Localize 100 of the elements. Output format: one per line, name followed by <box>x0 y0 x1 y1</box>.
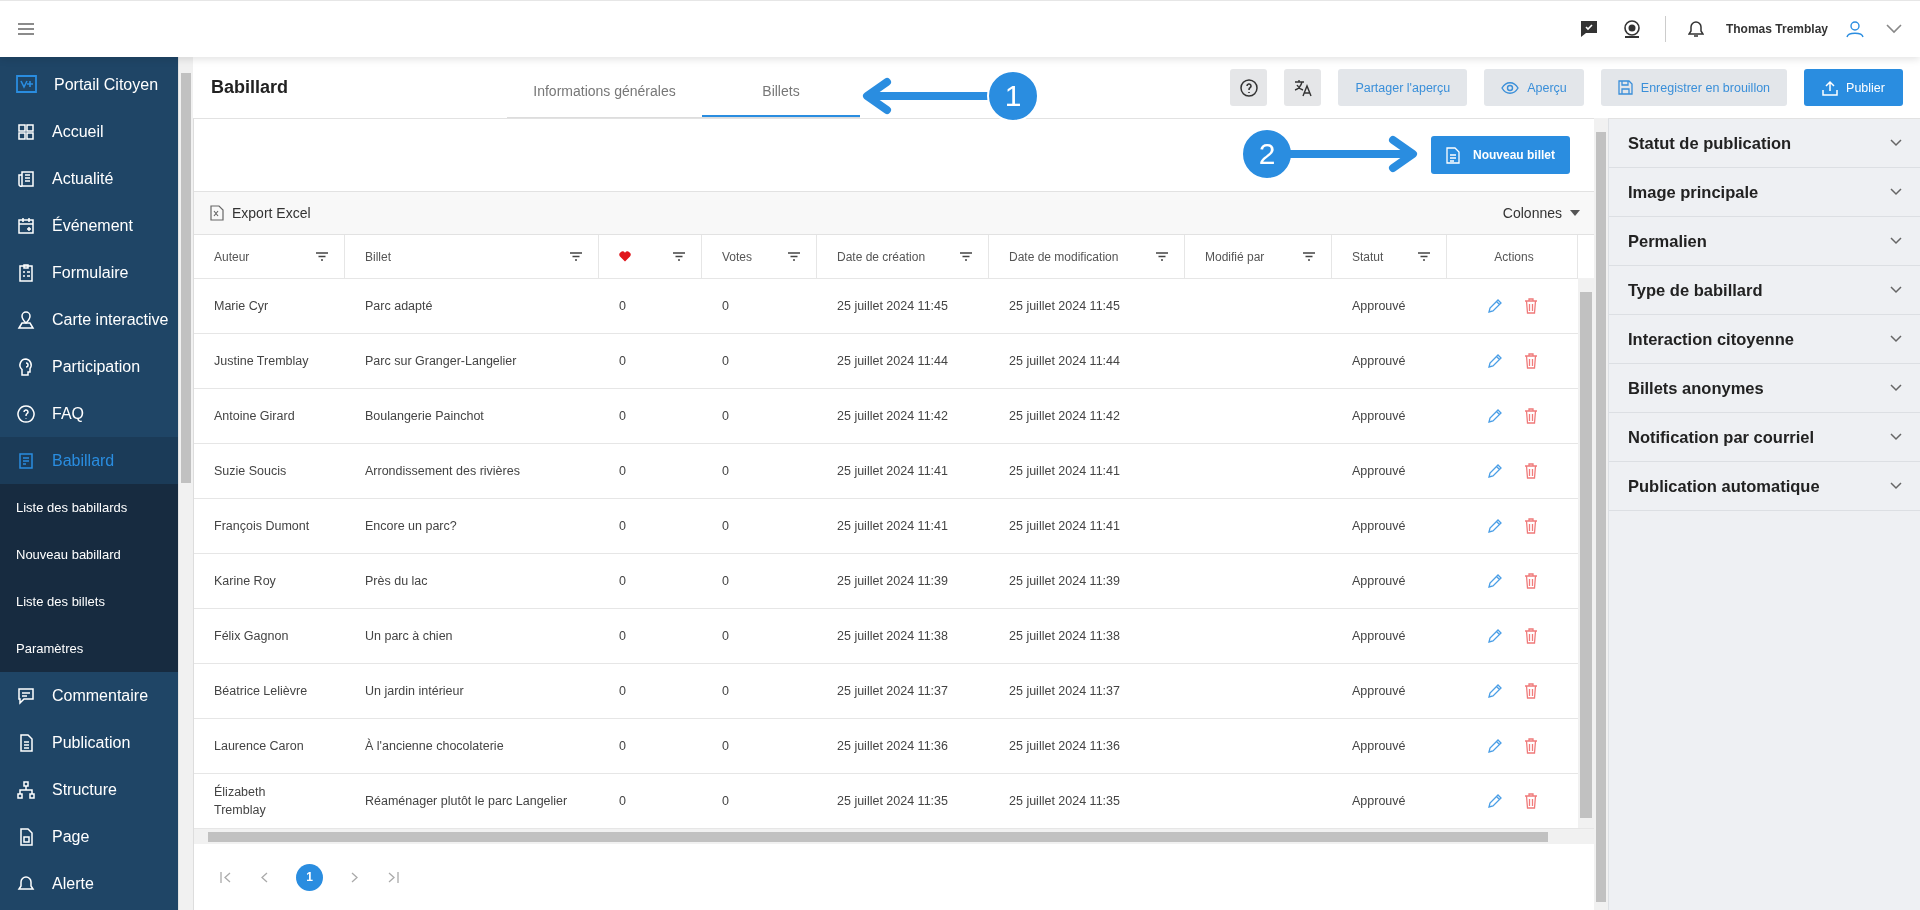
bell-icon[interactable] <box>1687 20 1704 38</box>
sidebar-item[interactable]: Commentaire <box>0 672 178 719</box>
table-cell-text: 25 juillet 2024 11:42 <box>1008 407 1121 425</box>
scrollbar[interactable] <box>1594 118 1608 910</box>
edit-icon[interactable] <box>1487 408 1502 424</box>
chat-icon[interactable] <box>1578 19 1599 39</box>
help-icon <box>16 403 36 424</box>
tab[interactable]: Billets <box>702 67 860 117</box>
new-ticket-button[interactable]: Nouveau billet <box>1431 136 1570 174</box>
filter-icon[interactable] <box>1418 252 1430 261</box>
delete-icon[interactable] <box>1524 793 1538 809</box>
column-header[interactable]: Billet <box>345 235 599 278</box>
accordion-section[interactable]: Image principale <box>1609 168 1920 217</box>
filter-icon[interactable] <box>570 252 582 261</box>
column-header[interactable]: Actions <box>1447 235 1578 278</box>
filter-icon[interactable] <box>1156 252 1168 261</box>
accordion-section[interactable]: Statut de publication <box>1609 119 1920 168</box>
edit-icon[interactable] <box>1487 793 1502 809</box>
accordion-section[interactable]: Permalien <box>1609 217 1920 266</box>
sidebar-item[interactable]: FAQ <box>0 390 178 437</box>
chevron-down-icon <box>1890 286 1902 294</box>
chevron-down-icon <box>1890 482 1902 490</box>
table-cell-text: 0 <box>618 627 627 645</box>
sidebar-item[interactable]: Structure <box>0 766 178 813</box>
edit-icon[interactable] <box>1487 628 1502 644</box>
menu-icon[interactable] <box>18 23 34 35</box>
column-header[interactable]: Modifié par <box>1185 235 1332 278</box>
scrollbar[interactable] <box>1578 278 1594 828</box>
document-icon <box>1446 146 1460 164</box>
sidebar-item[interactable]: Portail Citoyen <box>0 61 178 108</box>
translate-button[interactable] <box>1284 69 1322 106</box>
previous-page-icon[interactable] <box>260 871 268 883</box>
page-title: Babillard <box>211 77 290 98</box>
upload-icon <box>1822 79 1839 96</box>
sidebar-label: Événement <box>52 216 133 235</box>
submenu-item[interactable]: Nouveau babillard <box>0 531 178 578</box>
sidebar-item[interactable]: Actualité <box>0 155 178 202</box>
edit-icon[interactable] <box>1487 573 1502 589</box>
first-page-icon[interactable] <box>220 871 232 883</box>
help-button[interactable] <box>1230 69 1268 106</box>
accordion-section[interactable]: Notification par courriel <box>1609 413 1920 462</box>
table-cell-text: 0 <box>618 737 627 755</box>
table-cell-text: 0 <box>618 352 627 370</box>
table-cell-text: 0 <box>618 572 627 590</box>
delete-icon[interactable] <box>1524 738 1538 754</box>
delete-icon[interactable] <box>1524 573 1538 589</box>
edit-icon[interactable] <box>1487 738 1502 754</box>
sidebar-item[interactable]: Carte interactive <box>0 296 178 343</box>
accordion-section[interactable]: Publication automatique <box>1609 462 1920 511</box>
submenu-item[interactable]: Liste des babillards <box>0 484 178 531</box>
sidebar-item[interactable]: Participation <box>0 343 178 390</box>
edit-icon[interactable] <box>1487 463 1502 479</box>
sidebar-item[interactable]: Accueil <box>0 108 178 155</box>
table-cell-text: Boulangerie Painchot <box>364 407 485 425</box>
sidebar-item[interactable]: Publication <box>0 719 178 766</box>
submenu-item[interactable]: Paramètres <box>0 625 178 672</box>
column-header[interactable]: Date de création <box>817 235 989 278</box>
delete-icon[interactable] <box>1524 683 1538 699</box>
column-header[interactable]: Auteur <box>194 235 345 278</box>
delete-icon[interactable] <box>1524 518 1538 534</box>
edit-icon[interactable] <box>1487 298 1502 314</box>
sidebar-item[interactable]: Page <box>0 813 178 860</box>
sidebar-label: Accueil <box>52 122 104 141</box>
user-name[interactable]: Thomas Tremblay <box>1725 22 1828 36</box>
sidebar-item[interactable]: Formulaire <box>0 249 178 296</box>
delete-icon[interactable] <box>1524 463 1538 479</box>
scrollbar[interactable] <box>178 57 193 910</box>
edit-icon[interactable] <box>1487 353 1502 369</box>
export-excel-button[interactable]: Export Excel <box>210 205 311 221</box>
next-page-icon[interactable] <box>351 871 359 883</box>
column-header[interactable]: Votes <box>702 235 817 278</box>
delete-icon[interactable] <box>1524 353 1538 369</box>
delete-icon[interactable] <box>1524 298 1538 314</box>
chevron-down-icon[interactable] <box>1886 24 1902 34</box>
filter-icon[interactable] <box>316 252 328 261</box>
columns-dropdown[interactable]: Colonnes <box>1502 205 1580 221</box>
horizontal-scrollbar[interactable] <box>194 828 1594 844</box>
accordion-section[interactable]: Billets anonymes <box>1609 364 1920 413</box>
edit-icon[interactable] <box>1487 683 1502 699</box>
edit-icon[interactable] <box>1487 518 1502 534</box>
delete-icon[interactable] <box>1524 628 1538 644</box>
delete-icon[interactable] <box>1524 408 1538 424</box>
filter-icon[interactable] <box>788 252 800 261</box>
tab[interactable]: Informations générales <box>507 67 702 117</box>
accordion-section[interactable]: Type de babillard <box>1609 266 1920 315</box>
submenu-item[interactable]: Liste des billets <box>0 578 178 625</box>
sidebar-item[interactable]: Alerte <box>0 860 178 907</box>
page-number[interactable]: 1 <box>296 863 323 891</box>
accordion-section[interactable]: Interaction citoyenne <box>1609 315 1920 364</box>
table-cell-text: Élizabeth Tremblay <box>213 783 267 819</box>
filter-icon[interactable] <box>960 252 972 261</box>
table-cell-text: Près du lac <box>364 572 429 590</box>
filter-icon[interactable] <box>1303 252 1315 261</box>
sidebar-item[interactable]: Événement <box>0 202 178 249</box>
last-page-icon[interactable] <box>387 871 399 883</box>
column-header[interactable]: Date de modification <box>989 235 1185 278</box>
publish-button[interactable]: Publier <box>1804 69 1903 106</box>
column-header[interactable]: Statut <box>1332 235 1447 278</box>
filter-icon[interactable] <box>673 252 685 261</box>
user-icon[interactable] <box>1846 20 1864 38</box>
